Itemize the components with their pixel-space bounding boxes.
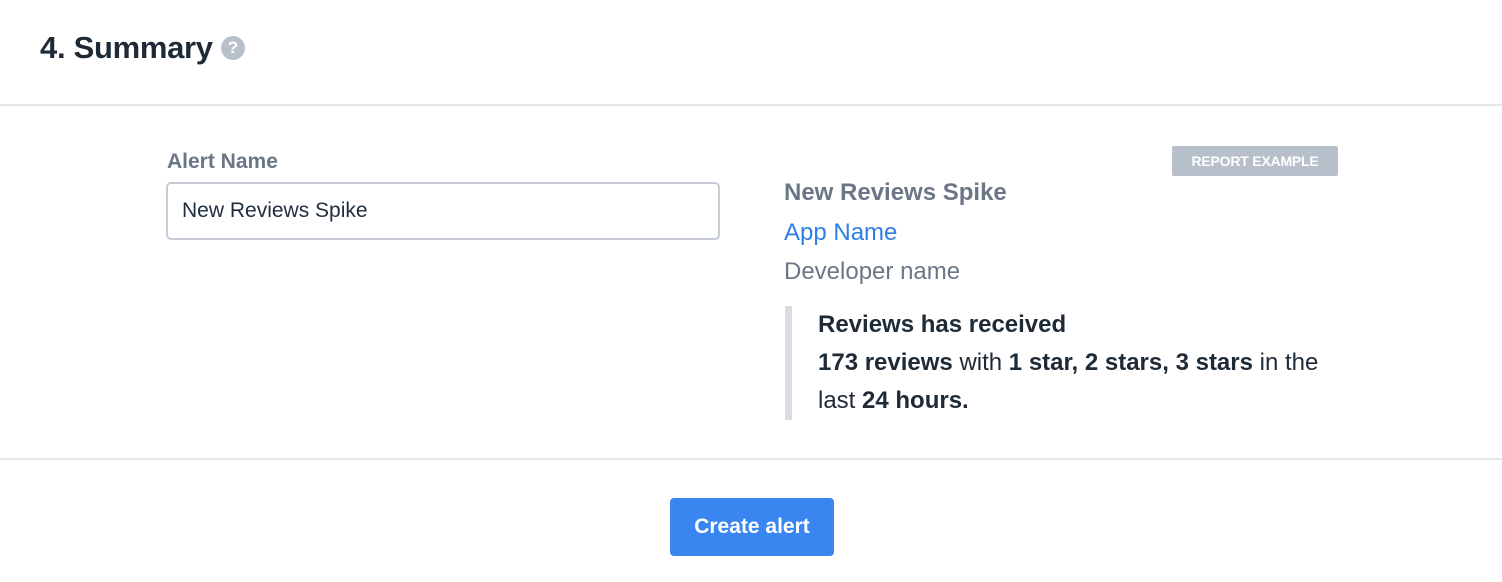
help-icon[interactable]: ? xyxy=(220,36,245,60)
message-headline: Reviews has received xyxy=(818,311,1067,338)
message-period: 24 hours. xyxy=(862,387,969,414)
message-star-ratings: 1 star, 2 stars, 3 stars xyxy=(1008,349,1253,376)
page-title: 4. Summary ? xyxy=(40,30,245,66)
alert-name-label: Alert Name xyxy=(167,150,278,173)
message-line-1: Reviews has received xyxy=(818,306,1345,344)
message-in-the: in the xyxy=(1252,349,1319,376)
preview-developer-name: Developer name xyxy=(784,258,961,285)
create-alert-button[interactable]: Create alert xyxy=(670,498,834,556)
alert-name-input[interactable] xyxy=(166,182,720,240)
message-with: with xyxy=(952,349,1009,376)
message-line-3: last 24 hours. xyxy=(818,382,1345,420)
report-example-badge: REPORT EXAMPLE xyxy=(1172,146,1338,176)
summary-content: Alert Name REPORT EXAMPLE New Reviews Sp… xyxy=(0,106,1502,460)
summary-footer: Create alert xyxy=(0,460,1502,582)
preview-alert-title: New Reviews Spike xyxy=(784,179,1007,206)
message-line-2: 173 reviews with 1 star, 2 stars, 3 star… xyxy=(818,344,1345,382)
preview-message-quote: Reviews has received 173 reviews with 1 … xyxy=(785,306,1345,420)
preview-app-name-link[interactable]: App Name xyxy=(784,219,897,247)
page-title-text: 4. Summary xyxy=(40,30,213,65)
summary-header: 4. Summary ? xyxy=(0,0,1502,106)
message-last: last xyxy=(818,387,863,414)
message-review-count: 173 reviews xyxy=(818,349,953,376)
